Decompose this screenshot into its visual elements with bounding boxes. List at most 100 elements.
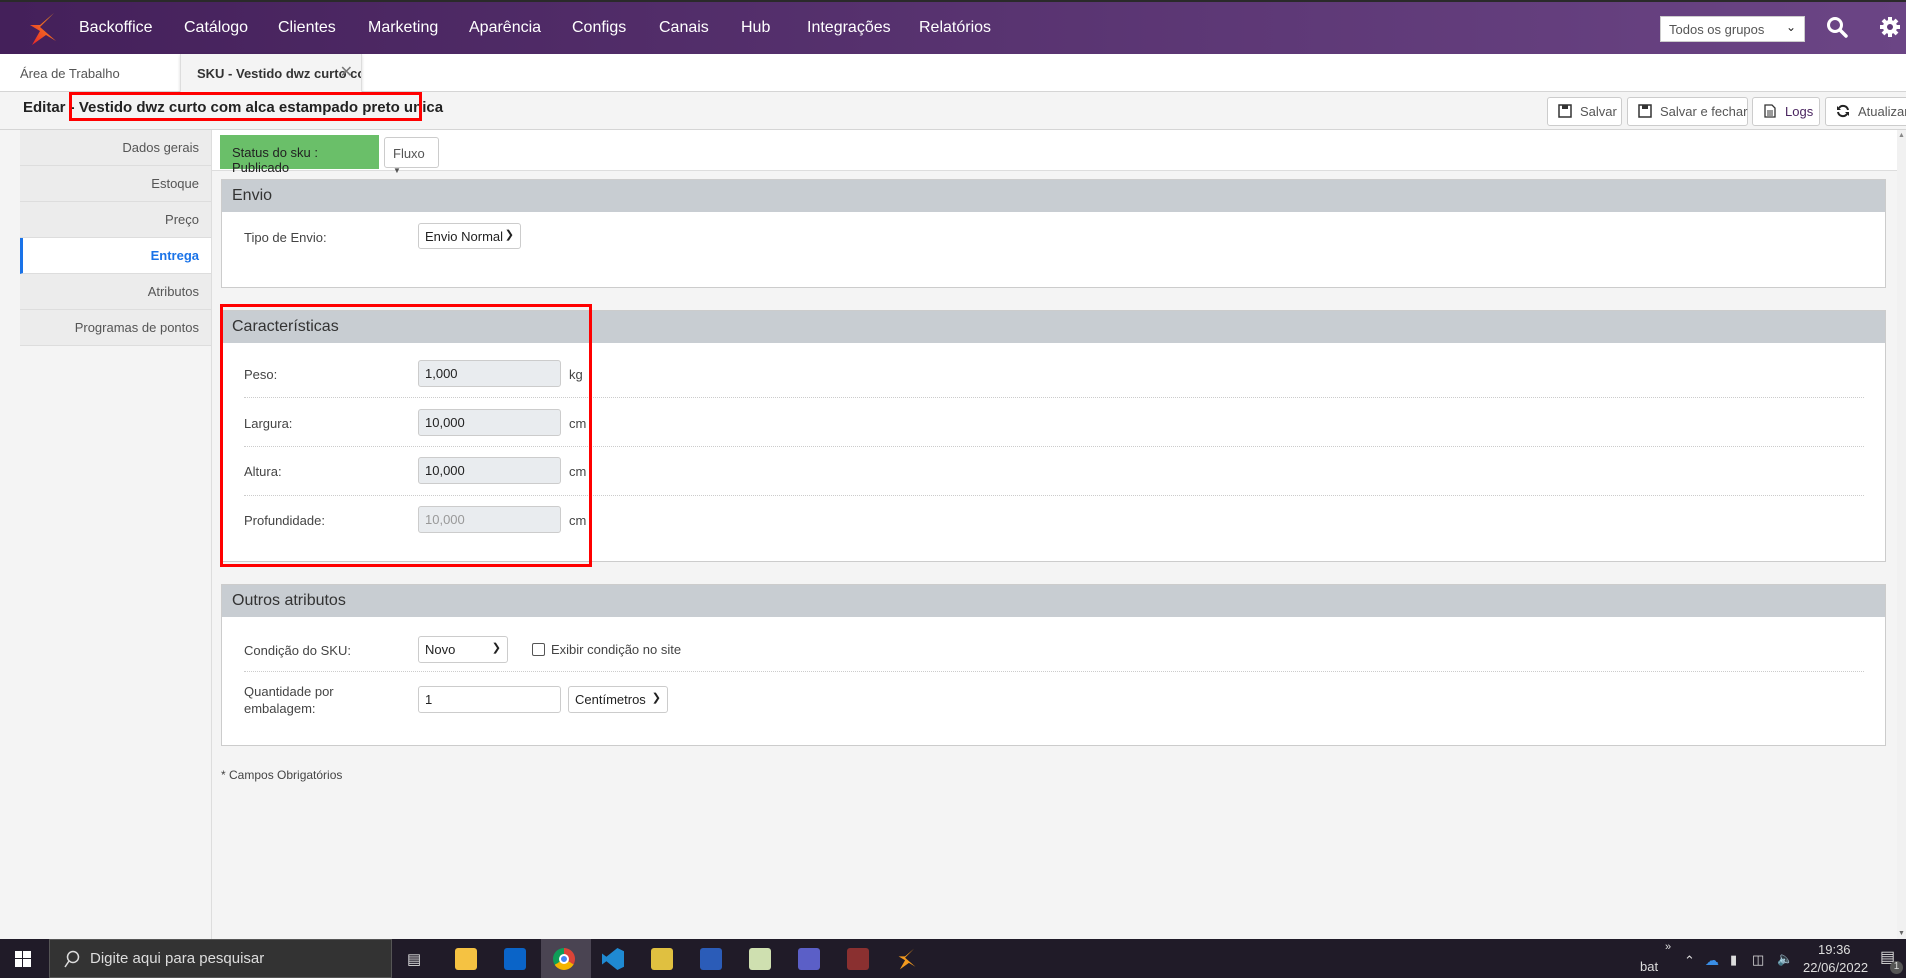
nav-canais[interactable]: Canais — [659, 19, 709, 37]
nav-catalogo[interactable]: Catálogo — [184, 19, 248, 37]
tab-sku-label: SKU - Vestido dwz curto com alca estampa… — [197, 66, 361, 81]
logs-label: Logs — [1785, 104, 1814, 119]
app-icon-2[interactable] — [847, 948, 869, 970]
status-badge: Status do sku : Publicado — [220, 135, 379, 175]
tipo-envio-value: Envio Normal — [425, 229, 504, 244]
exibir-condicao-checkbox[interactable] — [532, 643, 545, 656]
chevron-down-icon: ❯ — [651, 692, 661, 704]
nav-integracoes[interactable]: Integrações — [807, 19, 891, 37]
sidebar-item-estoque[interactable]: Estoque — [20, 166, 211, 202]
envio-panel: Envio Tipo de Envio: Envio Normal ❯ — [221, 179, 1886, 288]
quantidade-label-line2: embalagem: — [244, 701, 316, 716]
refresh-label: Atualizar — [1858, 104, 1906, 119]
flow-dropdown[interactable]: Fluxo ▼ — [384, 137, 439, 175]
divider — [244, 671, 1864, 672]
battery-icon[interactable]: ▮ — [1730, 952, 1737, 968]
tipo-envio-label: Tipo de Envio: — [244, 230, 327, 245]
vscode-icon[interactable] — [602, 948, 624, 970]
app-icon[interactable] — [651, 948, 673, 970]
save-button[interactable]: Salvar — [1547, 97, 1622, 126]
highlight-box — [69, 92, 422, 121]
scroll-up-icon[interactable]: ▲ — [1898, 132, 1905, 139]
floppy-icon — [1558, 104, 1572, 118]
logo-icon[interactable] — [26, 11, 60, 47]
quantidade-label-line1: Quantidade por — [244, 684, 334, 699]
notepad-icon[interactable] — [749, 948, 771, 970]
close-icon[interactable]: ✕ — [340, 62, 353, 82]
teams-icon[interactable] — [798, 948, 820, 970]
scrollbar[interactable]: ▲ ▼ — [1897, 130, 1906, 939]
section-title: Outros atributos — [222, 585, 1885, 617]
group-select[interactable]: Todos os grupos ⌄ — [1660, 16, 1805, 42]
onedrive-icon[interactable]: ☁ — [1705, 952, 1719, 969]
search-icon[interactable] — [1826, 16, 1848, 38]
nav-marketing[interactable]: Marketing — [368, 19, 438, 37]
chevron-down-icon: ❯ — [504, 229, 514, 241]
chevron-double-right-icon[interactable]: » — [1665, 941, 1671, 953]
chevron-up-icon[interactable]: ⌃ — [1684, 953, 1695, 969]
save-close-label: Salvar e fechar — [1660, 104, 1748, 119]
chevron-down-icon: ❯ — [491, 642, 501, 654]
windows-start-icon[interactable] — [15, 951, 31, 967]
highlight-box — [220, 304, 592, 567]
nav-hub[interactable]: Hub — [741, 19, 770, 37]
condicao-select[interactable]: Novo ❯ — [418, 636, 508, 663]
condicao-label: Condição do SKU: — [244, 643, 351, 658]
nav-aparencia[interactable]: Aparência — [469, 19, 541, 37]
save-label: Salvar — [1580, 104, 1617, 119]
unit-select[interactable]: Centímetros ❯ — [568, 686, 668, 713]
unit-value: Centímetros — [575, 692, 646, 707]
taskbar: Digite aqui para pesquisar ▤ bat » ⌃ ☁ ▮… — [0, 939, 1906, 978]
sidebar-item-atributos[interactable]: Atributos — [20, 274, 211, 310]
nav-backoffice[interactable]: Backoffice — [79, 19, 153, 37]
network-icon[interactable]: ◫ — [1752, 952, 1764, 968]
file-explorer-icon[interactable] — [455, 948, 477, 970]
tab-workspace[interactable]: Área de Trabalho — [20, 66, 120, 81]
sidebar: Dados gerais Estoque Preço Entrega Atrib… — [20, 130, 211, 346]
quantidade-label: Quantidade por embalagem: — [244, 683, 334, 717]
top-nav: Backoffice Catálogo Clientes Marketing A… — [0, 0, 1906, 54]
outros-atributos-panel: Outros atributos Condição do SKU: Novo ❯ … — [221, 584, 1886, 746]
caret-down-icon: ▼ — [393, 166, 401, 175]
logs-button[interactable]: Logs — [1752, 97, 1820, 126]
sidebar-item-programas-de-pontos[interactable]: Programas de pontos — [20, 310, 211, 346]
chevron-down-icon: ⌄ — [1785, 20, 1796, 34]
chrome-icon[interactable] — [553, 948, 575, 970]
clock-time[interactable]: 19:36 — [1818, 942, 1851, 957]
refresh-icon — [1837, 104, 1849, 118]
flow-label: Fluxo — [393, 146, 425, 161]
search-icon — [64, 950, 80, 968]
status-bar — [212, 130, 1897, 171]
section-title: Envio — [222, 180, 1885, 212]
search-placeholder: Digite aqui para pesquisar — [90, 950, 265, 967]
backoffice-app-icon[interactable] — [896, 947, 918, 971]
exibir-condicao-label[interactable]: Exibir condição no site — [551, 642, 681, 657]
tray-label: bat — [1640, 959, 1659, 974]
sidebar-item-entrega[interactable]: Entrega — [20, 238, 211, 274]
required-fields-note: * Campos Obrigatórios — [221, 768, 343, 782]
nav-relatorios[interactable]: Relatórios — [919, 19, 991, 37]
task-view-icon[interactable]: ▤ — [407, 950, 421, 968]
outlook-icon[interactable] — [504, 948, 526, 970]
taskbar-search-input[interactable]: Digite aqui para pesquisar — [49, 939, 392, 978]
tab-sku[interactable]: SKU - Vestido dwz curto com alca estampa… — [180, 54, 362, 92]
sidebar-item-preco[interactable]: Preço — [20, 202, 211, 238]
sidebar-item-dados-gerais[interactable]: Dados gerais — [20, 130, 211, 166]
clock-date[interactable]: 22/06/2022 — [1803, 960, 1868, 975]
tab-bar: Área de Trabalho SKU - Vestido dwz curto… — [0, 54, 1906, 92]
nav-configs[interactable]: Configs — [572, 19, 626, 37]
notification-count: 1 — [1890, 961, 1903, 974]
save-close-button[interactable]: Salvar e fechar — [1627, 97, 1748, 126]
floppy-icon — [1638, 104, 1652, 118]
word-icon[interactable] — [700, 948, 722, 970]
volume-icon[interactable]: 🔈 — [1777, 951, 1793, 967]
condicao-value: Novo — [425, 642, 456, 657]
scroll-down-icon[interactable]: ▼ — [1898, 930, 1905, 937]
refresh-button[interactable]: Atualizar — [1825, 97, 1906, 126]
quantidade-input[interactable]: 1 — [418, 686, 561, 713]
gear-icon[interactable] — [1879, 16, 1901, 38]
tipo-envio-select[interactable]: Envio Normal ❯ — [418, 223, 521, 249]
document-icon — [1764, 104, 1776, 118]
group-select-value: Todos os grupos — [1669, 22, 1765, 37]
nav-clientes[interactable]: Clientes — [278, 19, 336, 37]
